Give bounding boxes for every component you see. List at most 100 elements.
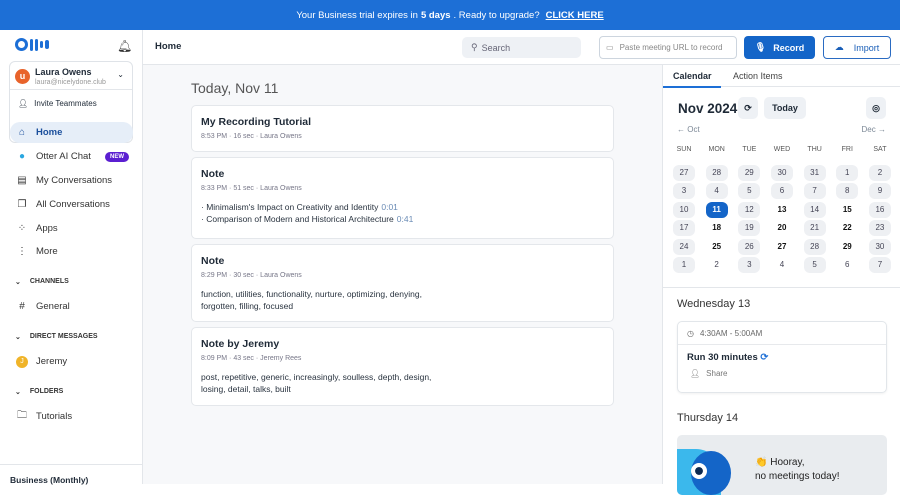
calendar-day[interactable]: 16 bbox=[868, 201, 891, 218]
conversation-card[interactable]: Note 8:33 PM · 51 sec · Laura Owens · Mi… bbox=[191, 157, 614, 239]
calendar-day[interactable]: 12 bbox=[738, 201, 761, 218]
day-heading: Wednesday 13 bbox=[677, 298, 751, 310]
nav-more[interactable]: ⋮ More bbox=[10, 241, 133, 262]
calendar-day[interactable]: 14 bbox=[803, 201, 826, 218]
folder-tutorials[interactable]: 🗀︎ Tutorials bbox=[10, 406, 133, 427]
nav-otter-ai-chat[interactable]: ● Otter AI Chat NEW bbox=[10, 146, 133, 167]
calendar-day[interactable]: 7 bbox=[803, 183, 826, 200]
calendar-day[interactable]: 15 bbox=[836, 202, 858, 218]
calendar-day[interactable]: 9 bbox=[868, 183, 891, 200]
calendar-day[interactable]: 27 bbox=[771, 239, 793, 255]
outline-item[interactable]: · Comparison of Modern and Historical Ar… bbox=[201, 213, 604, 225]
banner-days: 5 days bbox=[420, 9, 451, 21]
calendar-day[interactable]: 28 bbox=[705, 164, 728, 181]
card-title: Note bbox=[201, 255, 225, 267]
nav-label: Jeremy bbox=[36, 356, 68, 367]
nav-my-conversations[interactable]: ▤ My Conversations bbox=[10, 170, 133, 191]
conversation-card[interactable]: Note by Jeremy 8:09 PM · 43 sec · Jeremy… bbox=[191, 327, 614, 406]
outline-item[interactable]: · Minimalism's Impact on Creativity and … bbox=[201, 201, 604, 213]
calendar-day[interactable]: 26 bbox=[738, 238, 761, 255]
weekday-header: SUN MON TUE WED THU FRI SAT bbox=[673, 141, 891, 160]
calendar-day[interactable]: 29 bbox=[738, 164, 761, 181]
settings-icon[interactable]: ◎ bbox=[866, 97, 886, 119]
nav-label: Tutorials bbox=[36, 411, 73, 422]
otter-logo[interactable] bbox=[15, 38, 49, 51]
calendar-day[interactable]: 27 bbox=[673, 164, 695, 181]
tab-calendar[interactable]: Calendar bbox=[663, 71, 721, 88]
calendar-day[interactable]: 2 bbox=[706, 257, 728, 273]
calendar-day[interactable]: 31 bbox=[803, 164, 826, 181]
record-button[interactable]: 🎙︎ Record bbox=[744, 36, 815, 59]
avatar: u bbox=[15, 69, 30, 84]
search-icon: ⚲ bbox=[471, 42, 478, 52]
today-button[interactable]: Today bbox=[764, 97, 806, 119]
calendar-day[interactable]: 30 bbox=[868, 238, 891, 255]
channels-header[interactable]: ⌄ CHANNELS bbox=[15, 278, 69, 286]
calendar-day[interactable]: 25 bbox=[706, 239, 728, 255]
calendar-day[interactable]: 6 bbox=[770, 183, 793, 200]
microphone-icon: 🎙︎ bbox=[754, 42, 767, 52]
import-button[interactable]: ☁ Import bbox=[823, 36, 891, 59]
calendar-week: 10 11 12 13 14 15 16 bbox=[673, 201, 891, 220]
calendar-day[interactable]: 1 bbox=[836, 164, 859, 181]
url-placeholder: Paste meeting URL to record bbox=[619, 43, 723, 52]
calendar-day[interactable]: 5 bbox=[738, 183, 761, 200]
calendar-day[interactable]: 13 bbox=[771, 202, 793, 218]
conversation-card[interactable]: Note 8:29 PM · 30 sec · Laura Owens func… bbox=[191, 244, 614, 322]
new-badge: NEW bbox=[105, 151, 129, 162]
share-button[interactable]: 👤︎ Share bbox=[690, 369, 886, 378]
calendar-day[interactable]: 11 bbox=[705, 201, 728, 218]
no-meetings-text: 👏 Hooray, no meetings today! bbox=[755, 457, 840, 482]
calendar-day[interactable]: 4 bbox=[771, 257, 793, 273]
conversation-card[interactable]: My Recording Tutorial 8:53 PM · 16 sec ·… bbox=[191, 105, 614, 152]
prev-month-link[interactable]: ← Oct bbox=[677, 125, 700, 134]
divider bbox=[663, 287, 900, 288]
calendar-day[interactable]: 1 bbox=[673, 257, 695, 274]
calendar-day[interactable]: 17 bbox=[673, 220, 695, 237]
calendar-day[interactable]: 24 bbox=[673, 238, 695, 255]
card-keywords: function, utilities, functionality, nurt… bbox=[201, 289, 422, 311]
calendar-day[interactable]: 5 bbox=[803, 257, 826, 274]
calendar-day[interactable]: 18 bbox=[706, 220, 728, 236]
channel-general[interactable]: # General bbox=[10, 296, 133, 317]
direct-messages-header[interactable]: ⌄ DIRECT MESSAGES bbox=[15, 333, 98, 341]
event-card[interactable]: ◷ 4:30AM - 5:00AM Run 30 minutes ⟳ 👤︎ Shar… bbox=[677, 321, 887, 393]
calendar-day[interactable]: 23 bbox=[868, 220, 891, 237]
calendar-day[interactable]: 8 bbox=[836, 183, 859, 200]
calendar-day[interactable]: 19 bbox=[738, 220, 761, 237]
calendar-day[interactable]: 3 bbox=[673, 183, 695, 200]
next-month-link[interactable]: Dec → bbox=[862, 125, 886, 134]
nav-apps[interactable]: ⁘ Apps bbox=[10, 218, 133, 239]
search-input[interactable]: ⚲ Search bbox=[462, 37, 581, 58]
month-title: Nov 2024 bbox=[678, 101, 738, 116]
import-label: Import bbox=[853, 42, 880, 53]
chevron-down-icon[interactable]: ⌄ bbox=[117, 70, 124, 79]
calendar-day[interactable]: 7 bbox=[868, 257, 891, 274]
calendar-day[interactable]: 2 bbox=[868, 164, 891, 181]
calendar-day[interactable]: 10 bbox=[673, 201, 695, 218]
calendar-day[interactable]: 29 bbox=[836, 239, 858, 255]
calendar-day[interactable]: 6 bbox=[836, 257, 858, 273]
upgrade-link[interactable]: CLICK HERE bbox=[546, 10, 604, 21]
calendar-day[interactable]: 3 bbox=[738, 257, 761, 274]
event-time: ◷ 4:30AM - 5:00AM bbox=[678, 322, 886, 345]
invite-teammates-button[interactable]: 👤︎ Invite Teammates bbox=[10, 89, 132, 116]
calendar-day[interactable]: 28 bbox=[803, 238, 826, 255]
calendar-day[interactable]: 4 bbox=[705, 183, 728, 200]
tab-action-items[interactable]: Action Items bbox=[733, 71, 783, 81]
bell-icon[interactable]: 🔔︎ bbox=[117, 39, 132, 53]
calendar-day[interactable]: 21 bbox=[803, 220, 826, 237]
nav-home[interactable]: ⌂ Home bbox=[10, 122, 133, 143]
topbar: Home ⚲ Search ▭ Paste meeting URL to recor… bbox=[143, 30, 900, 65]
nav-all-conversations[interactable]: ❐ All Conversations bbox=[10, 194, 133, 215]
invite-label: Invite Teammates bbox=[34, 98, 97, 108]
calendar-week: 3456789 bbox=[673, 182, 891, 201]
calendar-day[interactable]: 20 bbox=[771, 220, 793, 236]
meeting-url-input[interactable]: ▭ Paste meeting URL to record bbox=[599, 36, 737, 59]
refresh-icon[interactable]: ⟳ bbox=[738, 97, 758, 119]
calendar-day[interactable]: 30 bbox=[770, 164, 793, 181]
dm-jeremy[interactable]: J Jeremy bbox=[10, 351, 133, 372]
folders-header[interactable]: ⌄ FOLDERS bbox=[15, 388, 63, 396]
trial-banner: Your Business trial expires in 5 days . … bbox=[0, 0, 900, 30]
calendar-day[interactable]: 22 bbox=[836, 220, 858, 236]
